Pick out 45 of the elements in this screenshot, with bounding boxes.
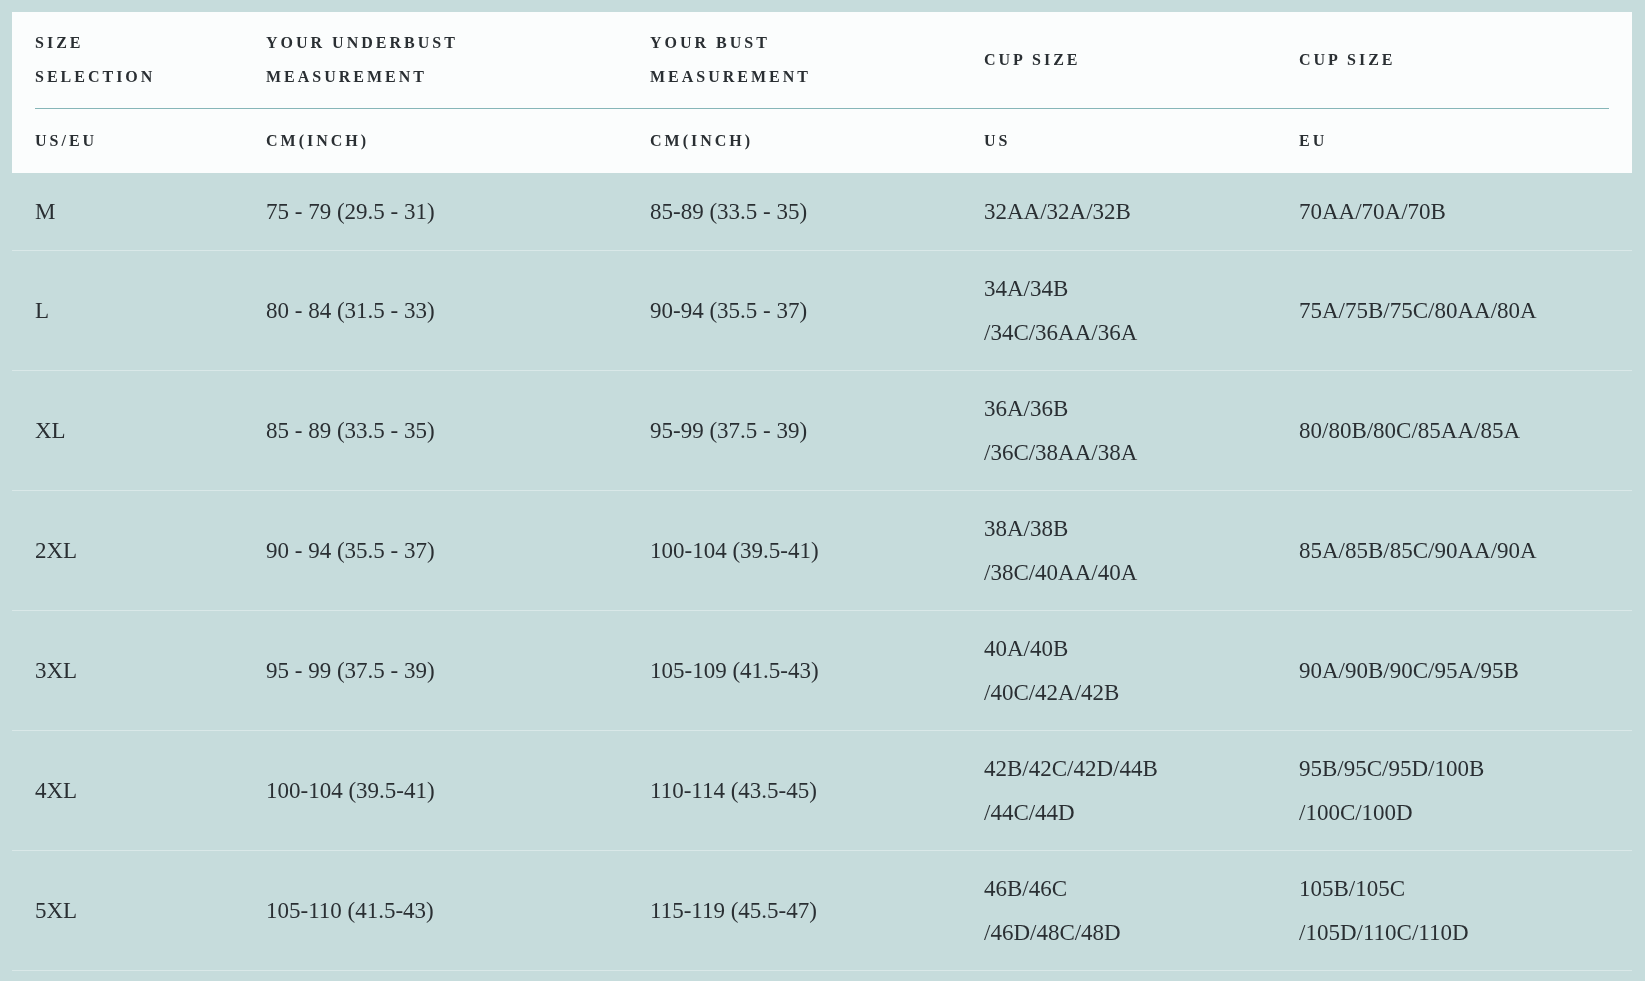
table-cell: M: [35, 198, 56, 224]
unit-header: CM(INCH): [650, 132, 754, 149]
table-cell: 100-104 (39.5-41): [266, 777, 435, 803]
table-cell: 2XL: [35, 537, 78, 563]
table-cell: 110-114 (43.5-45): [650, 777, 817, 803]
table-cell: 40A/40B /40C/42A/42B: [984, 635, 1120, 705]
table-cell: 70AA/70A/70B: [1299, 198, 1446, 224]
unit-header: CM(INCH): [266, 132, 370, 149]
table-cell: L: [35, 297, 50, 323]
table-cell: 105-109 (41.5-43): [650, 657, 819, 683]
table-cell: 85-89 (33.5 - 35): [650, 198, 808, 224]
table-cell: 105B/105C /105D/110C/110D: [1299, 875, 1469, 945]
table-cell: 75 - 79 (29.5 - 31): [266, 198, 435, 224]
table-cell: 105-110 (41.5-43): [266, 897, 434, 923]
column-header: CUP SIZE: [1299, 51, 1396, 68]
table-cell: 115-119 (45.5-47): [650, 897, 817, 923]
table-cell: 95B/95C/95D/100B /100C/100D: [1299, 755, 1485, 825]
table-cell: 90 - 94 (35.5 - 37): [266, 537, 435, 563]
table-cell: 3XL: [35, 657, 78, 683]
table-cell: 32AA/32A/32B: [984, 198, 1131, 224]
table-cell: 90-94 (35.5 - 37): [650, 297, 808, 323]
table-cell: XL: [35, 417, 66, 443]
table-cell: 34A/34B /34C/36AA/36A: [984, 275, 1138, 345]
table-cell: 38A/38B /38C/40AA/40A: [984, 515, 1138, 585]
column-header: CUP SIZE: [984, 51, 1081, 68]
unit-header: EU: [1299, 132, 1328, 149]
column-header: YOUR UNDERBUST MEASUREMENT: [266, 34, 458, 85]
unit-header: US/EU: [35, 132, 98, 149]
table-cell: 46B/46C /46D/48C/48D: [984, 875, 1121, 945]
table-cell: 95 - 99 (37.5 - 39): [266, 657, 435, 683]
table-cell: 85 - 89 (33.5 - 35): [266, 417, 435, 443]
column-header: YOUR BUST MEASUREMENT: [650, 34, 811, 85]
column-header: SIZE SELECTION: [35, 34, 156, 85]
table-cell: 5XL: [35, 897, 78, 923]
table-cell: 42B/42C/42D/44B /44C/44D: [984, 755, 1158, 825]
table-cell: 90A/90B/90C/95A/95B: [1299, 657, 1519, 683]
table-cell: 36A/36B /36C/38AA/38A: [984, 395, 1138, 465]
table-cell: 80 - 84 (31.5 - 33): [266, 297, 435, 323]
unit-header: US: [984, 132, 1011, 149]
table-cell: 85A/85B/85C/90AA/90A: [1299, 537, 1537, 563]
table-cell: 4XL: [35, 777, 78, 803]
table-cell: 80/80B/80C/85AA/85A: [1299, 417, 1521, 443]
table-cell: 75A/75B/75C/80AA/80A: [1299, 297, 1537, 323]
table-cell: 95-99 (37.5 - 39): [650, 417, 808, 443]
table-cell: 100-104 (39.5-41): [650, 537, 819, 563]
